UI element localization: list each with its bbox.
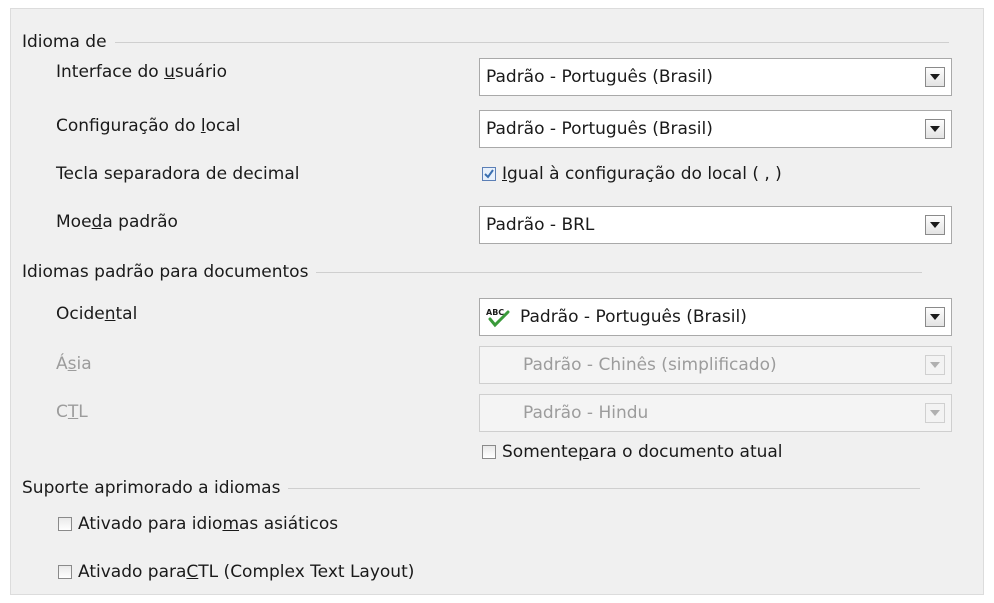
checkbox-label: as asiáticos xyxy=(239,514,339,534)
only-current-document-checkbox[interactable]: Somente p ara o documento atual xyxy=(482,442,783,462)
label-asia: Ásia xyxy=(56,354,92,374)
label-text: a padrão xyxy=(102,212,178,232)
label-text: Interface do xyxy=(56,62,165,82)
label-ctl: CTL xyxy=(56,402,88,422)
label-tecla-separadora: Tecla separadora de decimal xyxy=(56,164,300,184)
chevron-down-icon[interactable] xyxy=(925,119,945,139)
checkbox-unchecked-icon[interactable] xyxy=(482,445,496,459)
label-text: Á xyxy=(56,354,68,374)
section-idiomas-padrao: Idiomas padrão para documentos xyxy=(22,262,923,282)
ctl-language-dropdown: Padrão - Hindu xyxy=(479,394,952,432)
section-title-suporte: Suporte aprimorado a idiomas xyxy=(22,478,281,498)
label-text: C xyxy=(56,402,68,422)
dropdown-value: Padrão - Português (Brasil) xyxy=(486,67,713,87)
label-text: L xyxy=(78,402,88,422)
section-title-idioma-de: Idioma de xyxy=(22,32,107,52)
label-text: Ocide xyxy=(56,304,105,324)
label-text: Configuração do xyxy=(56,116,201,136)
checkbox-unchecked-icon[interactable] xyxy=(58,517,72,531)
mnemonic: m xyxy=(222,514,240,534)
mnemonic: p xyxy=(578,442,589,462)
label-text: Moe xyxy=(56,212,92,232)
chevron-down-icon[interactable] xyxy=(925,215,945,235)
ctl-layout-checkbox[interactable]: Ativado para C TL (Complex Text Layout) xyxy=(58,562,414,582)
mnemonic: T xyxy=(67,402,79,422)
checkbox-checked-icon[interactable] xyxy=(482,167,496,181)
label-ocidental: Ocidental xyxy=(56,304,137,324)
mnemonic: n xyxy=(104,304,116,324)
mnemonic: d xyxy=(91,212,103,232)
asian-languages-checkbox[interactable]: Ativado para idio m as asiáticos xyxy=(58,514,338,534)
locale-setting-dropdown[interactable]: Padrão - Português (Brasil) xyxy=(479,110,952,148)
western-language-dropdown[interactable]: ABC Padrão - Português (Brasil) xyxy=(479,298,952,336)
checkbox-label: gual à configuração do local ( , ) xyxy=(507,164,782,184)
dropdown-value: Padrão - BRL xyxy=(486,215,595,235)
label-configuracao-local: Configuração do local xyxy=(56,116,241,136)
section-divider xyxy=(114,41,949,43)
section-suporte-aprimorado: Suporte aprimorado a idiomas xyxy=(22,478,921,498)
checkbox-label: Ativado para idio xyxy=(78,514,223,534)
chevron-down-icon xyxy=(925,403,945,423)
interface-language-dropdown[interactable]: Padrão - Português (Brasil) xyxy=(479,58,952,96)
section-divider xyxy=(316,271,923,273)
checkbox-label: Somente xyxy=(502,442,579,462)
label-text: ocal xyxy=(205,116,241,136)
dropdown-value: Padrão - Chinês (simplificado) xyxy=(523,355,777,375)
label-interface-usuario: Interface do usuário xyxy=(56,62,227,82)
dropdown-value: Padrão - Português (Brasil) xyxy=(486,119,713,139)
label-text: suário xyxy=(174,62,228,82)
section-divider xyxy=(288,487,921,489)
checkbox-label: ara o documento atual xyxy=(588,442,783,462)
chevron-down-icon xyxy=(925,355,945,375)
abc-spellcheck-icon: ABC xyxy=(484,306,516,328)
decimal-same-as-locale-checkbox[interactable]: Igual à configuração do local ( , ) xyxy=(482,164,782,184)
svg-text:ABC: ABC xyxy=(486,308,504,317)
section-idioma-de: Idioma de xyxy=(22,32,949,52)
asian-language-dropdown: Padrão - Chinês (simplificado) xyxy=(479,346,952,384)
default-currency-dropdown[interactable]: Padrão - BRL xyxy=(479,206,952,244)
chevron-down-icon[interactable] xyxy=(925,307,945,327)
checkbox-label: TL (Complex Text Layout) xyxy=(198,562,415,582)
label-moeda-padrao: Moeda padrão xyxy=(56,212,178,232)
mnemonic: s xyxy=(67,354,77,374)
label-text: ia xyxy=(76,354,92,374)
section-title-idiomas-padrao: Idiomas padrão para documentos xyxy=(22,262,309,282)
dropdown-value: Padrão - Português (Brasil) xyxy=(520,307,747,327)
mnemonic: C xyxy=(186,562,199,582)
checkbox-label: Ativado para xyxy=(78,562,187,582)
checkbox-unchecked-icon[interactable] xyxy=(58,565,72,579)
dropdown-value: Padrão - Hindu xyxy=(523,403,649,423)
label-text: tal xyxy=(115,304,138,324)
chevron-down-icon[interactable] xyxy=(925,67,945,87)
mnemonic: u xyxy=(164,62,175,82)
